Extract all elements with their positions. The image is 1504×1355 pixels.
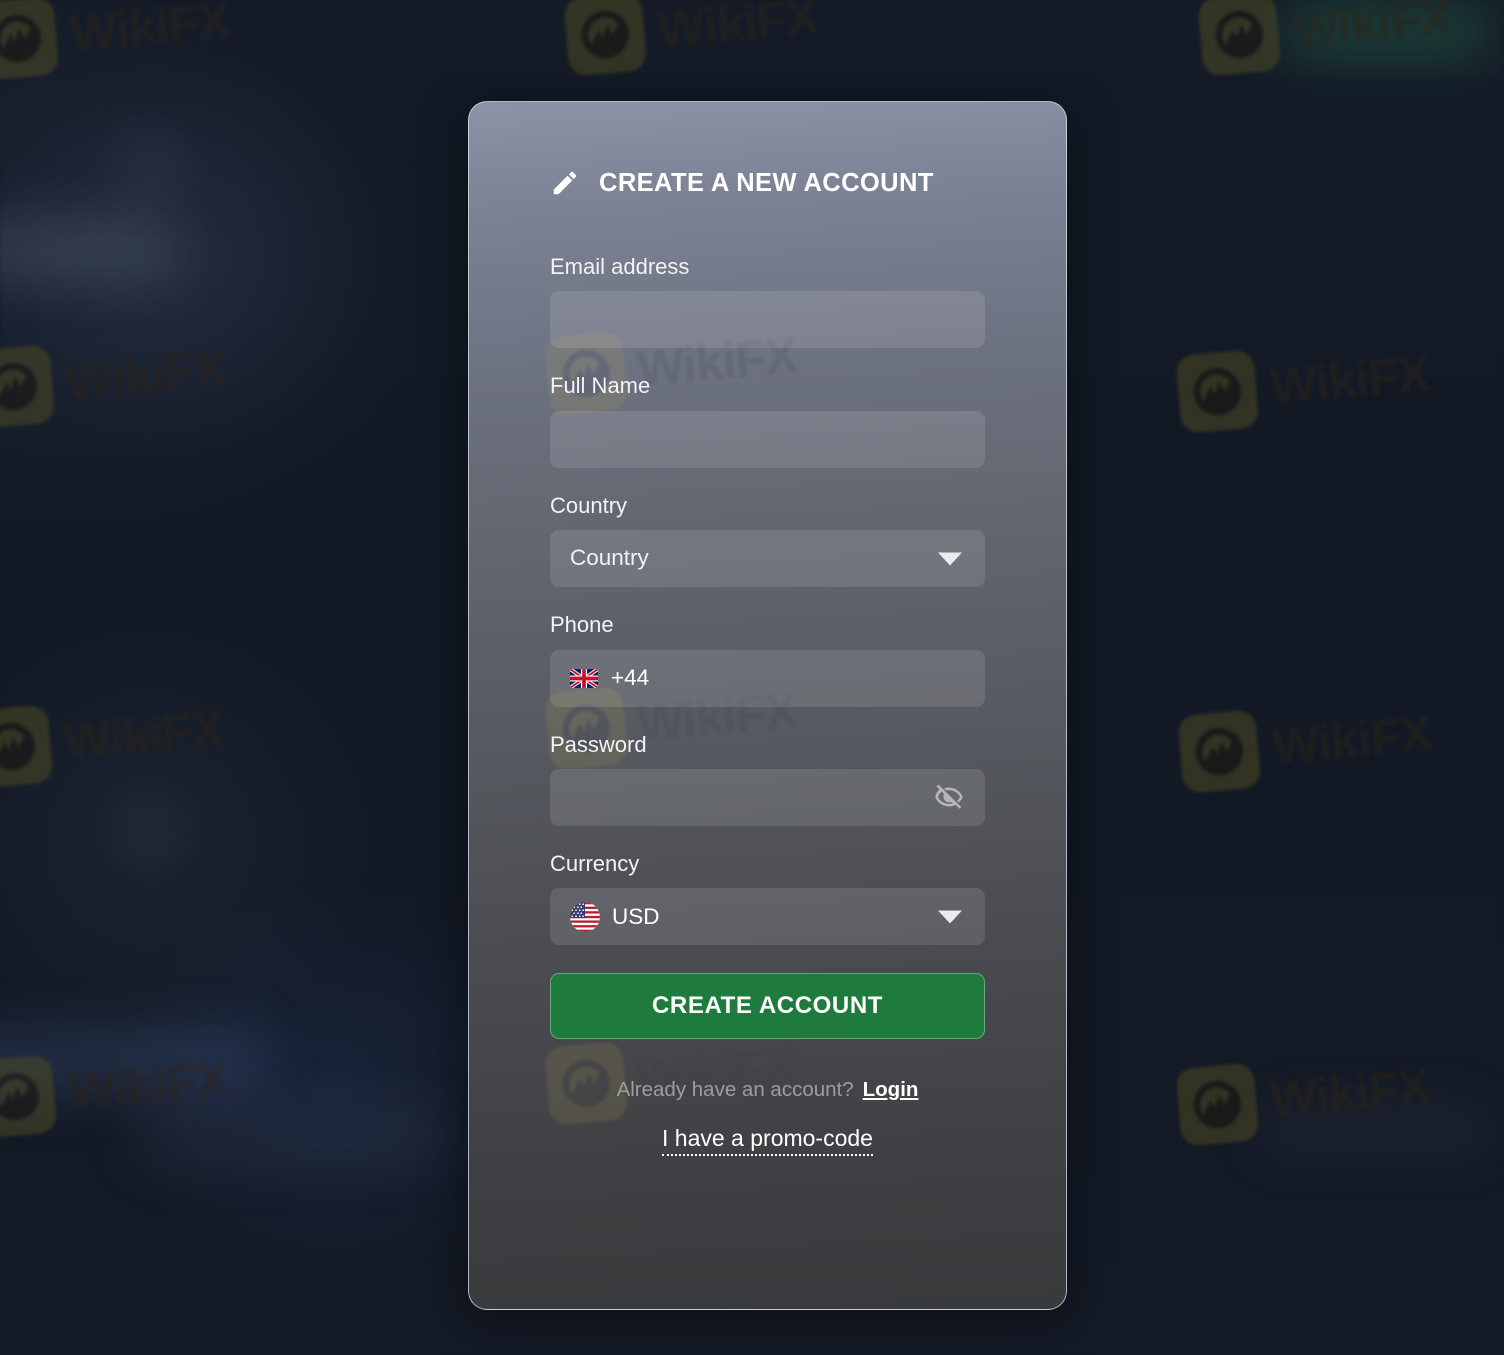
country-label: Country	[550, 492, 628, 518]
currency-label: Currency	[550, 850, 640, 876]
pencil-icon	[553, 171, 577, 195]
email-label: Email address	[550, 254, 690, 279]
country-select[interactable]: Country	[550, 530, 985, 588]
card-header: CREATE A NEW ACCOUNT	[550, 102, 985, 254]
field-phone: Phone +44	[550, 612, 985, 707]
eye-off-icon[interactable]	[934, 782, 964, 812]
login-link[interactable]: Login	[863, 1078, 919, 1101]
background-blur-shape	[120, 140, 180, 192]
field-password: Password	[550, 732, 985, 826]
full-name-label: Full Name	[550, 373, 651, 399]
promo-code-link[interactable]: I have a promo-code	[662, 1125, 873, 1157]
chevron-down-icon[interactable]	[938, 910, 962, 924]
background-blur-shape	[1280, 0, 1495, 62]
country-select-value: Country	[570, 545, 649, 571]
background-blur-shape	[1255, 1105, 1495, 1155]
field-country: Country Country	[550, 492, 985, 588]
create-account-card: WikiFX WikiFX WikiFX CREATE A NEW ACCOUN…	[468, 101, 1067, 1310]
field-currency: Currency USD	[550, 850, 985, 946]
background-blur-shape	[0, 1030, 270, 1092]
create-account-button[interactable]: CREATE ACCOUNT	[550, 973, 985, 1040]
phone-label: Phone	[550, 612, 614, 638]
background-blur-shape	[130, 1105, 450, 1165]
background-blur-shape	[0, 220, 175, 280]
email-field[interactable]	[550, 291, 985, 349]
promo-code-row: I have a promo-code	[550, 1125, 985, 1157]
field-email: Email address	[550, 254, 985, 349]
flag-uk-icon[interactable]	[570, 668, 598, 688]
password-label: Password	[550, 731, 647, 757]
flag-us-icon[interactable]	[570, 901, 600, 932]
phone-field[interactable]: +44	[550, 649, 985, 707]
login-prompt-row: Already have an account? Login	[550, 1078, 985, 1102]
full-name-field[interactable]	[550, 410, 985, 468]
chevron-down-icon[interactable]	[938, 552, 962, 566]
phone-input-value: +44	[611, 664, 650, 690]
currency-select[interactable]: USD	[550, 888, 985, 946]
page-title: CREATE A NEW ACCOUNT	[599, 168, 934, 197]
password-field[interactable]	[550, 768, 985, 826]
currency-select-value: USD	[612, 903, 660, 929]
login-prompt-text: Already have an account?	[616, 1078, 854, 1102]
background-blur-shape	[120, 800, 178, 852]
field-full-name: Full Name	[550, 373, 985, 468]
